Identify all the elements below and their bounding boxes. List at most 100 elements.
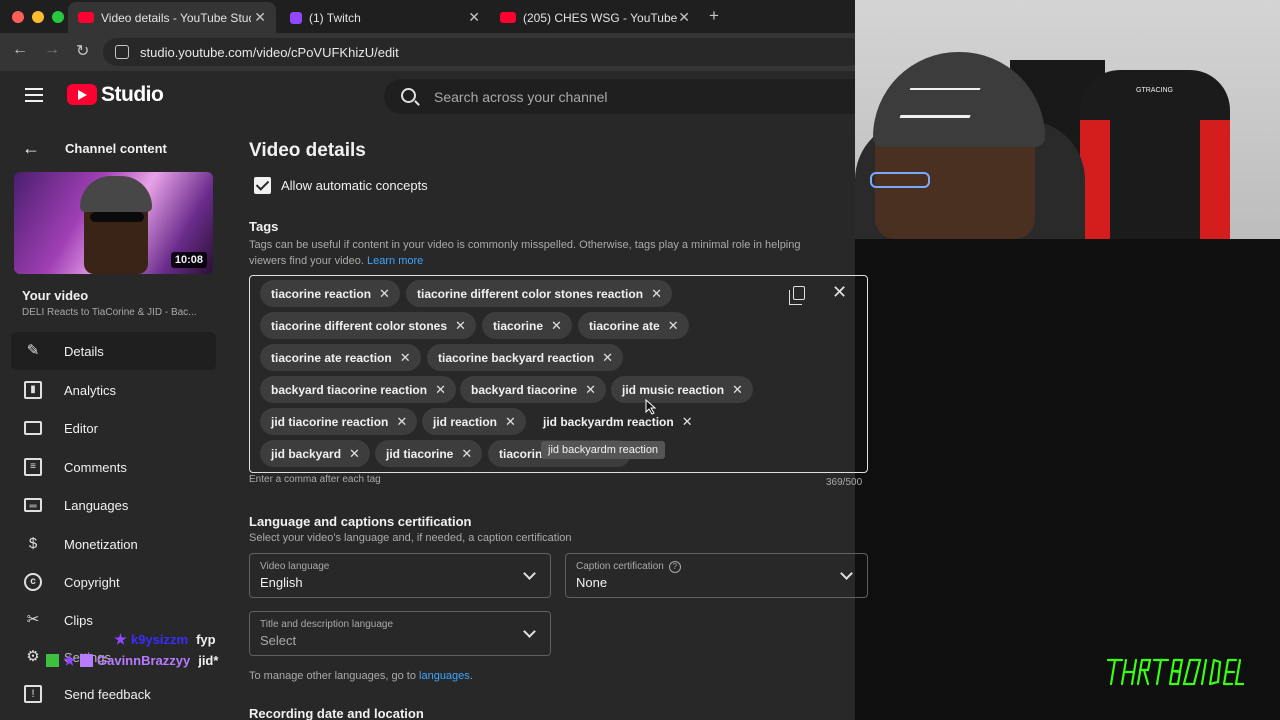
allow-concepts-label: Allow automatic concepts: [281, 178, 428, 193]
webcam-overlay: GTRACING: [855, 0, 1280, 239]
remove-tag-icon[interactable]: ✕: [551, 318, 562, 334]
tab-title: Video details - YouTube Studio: [101, 10, 251, 25]
thumbnail-sunglasses: [90, 212, 144, 222]
sidebar-item-comments[interactable]: ≡ Comments: [11, 448, 216, 486]
allow-concepts-checkbox[interactable]: [254, 177, 271, 194]
remove-tag-icon[interactable]: ✕: [668, 318, 679, 334]
reload-icon[interactable]: ↻: [76, 41, 89, 61]
address-bar[interactable]: studio.youtube.com/video/cPoVUFKhizU/edi…: [103, 38, 863, 66]
zoom-window-button[interactable]: [52, 11, 64, 23]
editor-icon: [24, 421, 42, 435]
chair-brand-label: GTRACING: [1136, 87, 1173, 94]
channel-content-back-link[interactable]: ← Channel content: [22, 138, 167, 159]
remove-tag-icon[interactable]: ✕: [602, 350, 613, 366]
sidebar-item-label: Comments: [64, 459, 127, 475]
stream-watermark-logo: [1106, 658, 1244, 686]
tab-ches-wsg[interactable]: (205) CHES WSG - YouTube ✕: [490, 2, 700, 33]
remove-tag-icon[interactable]: ✕: [651, 286, 662, 302]
remove-tag-icon[interactable]: ✕: [455, 318, 466, 334]
tag-chip-label: jid tiacorine reaction: [271, 414, 389, 429]
caption-certification-select[interactable]: Caption certification? None: [565, 553, 868, 598]
search-placeholder: Search across your channel: [434, 88, 608, 105]
sidebar-item-label: Clips: [64, 612, 93, 628]
tag-chip-label: tiacorine ate: [589, 318, 660, 333]
select-label: Caption certification?: [576, 561, 681, 573]
tag-chip-label: backyard tiacorine reaction: [271, 382, 428, 397]
remove-tag-icon[interactable]: ✕: [379, 286, 390, 302]
back-arrow-icon[interactable]: ←: [22, 138, 40, 159]
language-section-heading: Language and captions certification: [249, 514, 472, 529]
chat-text: jid*: [198, 653, 219, 668]
twitch-icon: [290, 11, 302, 24]
site-info-icon[interactable]: [115, 45, 129, 59]
chat-text: fyp: [196, 632, 216, 647]
select-label: Video language: [260, 561, 330, 572]
tag-chip: jid backyard ✕: [260, 440, 370, 467]
tag-chip-label: jid backyardm reaction: [543, 414, 674, 429]
channel-search-input[interactable]: Search across your channel: [384, 79, 904, 114]
tab-twitch[interactable]: (1) Twitch ✕: [280, 2, 490, 33]
youtube-logo-icon[interactable]: [67, 84, 97, 105]
screen: Video details - YouTube Studio ✕ (1) Twi…: [0, 0, 1280, 720]
search-icon: [401, 88, 416, 103]
help-icon[interactable]: ?: [668, 561, 681, 573]
tab-title: (205) CHES WSG - YouTube: [523, 10, 678, 25]
chat-username: k9ysizzm: [131, 632, 189, 647]
learn-more-link[interactable]: Learn more: [367, 255, 423, 267]
title-description-language-select[interactable]: Title and description language Select: [249, 611, 551, 656]
recording-section-heading: Recording date and location: [249, 706, 424, 720]
tag-chip: backyard tiacorine ✕: [460, 376, 606, 403]
tag-chip: jid reaction ✕: [422, 408, 526, 435]
close-tab-icon[interactable]: ✕: [468, 9, 480, 26]
minimize-window-button[interactable]: [32, 11, 44, 23]
sidebar-item-languages[interactable]: ═ Languages: [11, 486, 216, 524]
remove-tag-icon[interactable]: ✕: [505, 414, 516, 430]
back-arrow-icon[interactable]: ←: [12, 41, 28, 59]
remove-tag-icon[interactable]: ✕: [461, 446, 472, 462]
sidebar-item-monetization[interactable]: $ Monetization: [11, 525, 216, 563]
tag-chip: jid tiacorine reaction ✕: [260, 408, 418, 435]
sidebar-item-copyright[interactable]: c Copyright: [11, 563, 216, 601]
video-thumbnail[interactable]: 10:08: [14, 172, 213, 274]
studio-logo-text[interactable]: Studio: [101, 83, 164, 107]
remove-tag-icon[interactable]: ✕: [400, 350, 411, 366]
tag-chip: jid music reaction ✕: [611, 376, 753, 403]
remove-tag-icon[interactable]: ✕: [435, 382, 446, 398]
sidebar-item-analytics[interactable]: ▮ Analytics: [11, 371, 216, 409]
select-value: Select: [260, 633, 297, 648]
close-tab-icon[interactable]: ✕: [254, 9, 266, 26]
tab-video-details[interactable]: Video details - YouTube Studio ✕: [68, 2, 276, 33]
watermark-lettering: [1106, 658, 1244, 686]
new-tab-plus-icon[interactable]: +: [709, 6, 719, 26]
sidebar-item-details[interactable]: ✎ Details: [11, 332, 216, 370]
tag-chip-dragging[interactable]: jid backyardm reaction ✕: [532, 408, 703, 435]
video-duration: 10:08: [170, 252, 207, 268]
remove-tag-icon[interactable]: ✕: [585, 382, 596, 398]
remove-tag-icon[interactable]: ✕: [732, 382, 743, 398]
tags-helper-text: Enter a comma after each tag: [249, 474, 381, 485]
copy-icon[interactable]: [789, 286, 805, 305]
main-content: Video details Allow automatic concepts T…: [228, 121, 868, 720]
video-language-select[interactable]: Video language English: [249, 553, 551, 598]
sidebar-item-label: Editor: [64, 420, 98, 436]
remove-tag-icon[interactable]: ✕: [396, 414, 407, 430]
youtube-icon: [500, 12, 516, 23]
chat-message: k9ysizzm fyp: [114, 632, 216, 647]
close-window-button[interactable]: [12, 11, 24, 23]
mouse-cursor-icon: [645, 399, 657, 415]
hamburger-menu-icon[interactable]: [25, 88, 43, 102]
star-badge-icon: [63, 654, 76, 666]
forward-arrow-icon[interactable]: →: [44, 41, 60, 59]
tag-chip: tiacorine different color stones ✕: [260, 312, 476, 339]
verified-badge-icon: [46, 654, 59, 667]
close-tab-icon[interactable]: ✕: [678, 9, 690, 26]
remove-tag-icon[interactable]: ✕: [682, 414, 693, 430]
languages-link[interactable]: languages: [419, 670, 470, 682]
remove-tag-icon[interactable]: ✕: [349, 446, 360, 462]
tab-title: (1) Twitch: [309, 10, 361, 25]
star-badge-icon: [114, 633, 127, 645]
clear-all-tags-icon[interactable]: ✕: [832, 282, 847, 303]
tags-character-counter: 369/500: [826, 477, 863, 488]
sidebar-item-send-feedback[interactable]: ! Send feedback: [11, 675, 216, 713]
sidebar-item-editor[interactable]: Editor: [11, 409, 216, 447]
